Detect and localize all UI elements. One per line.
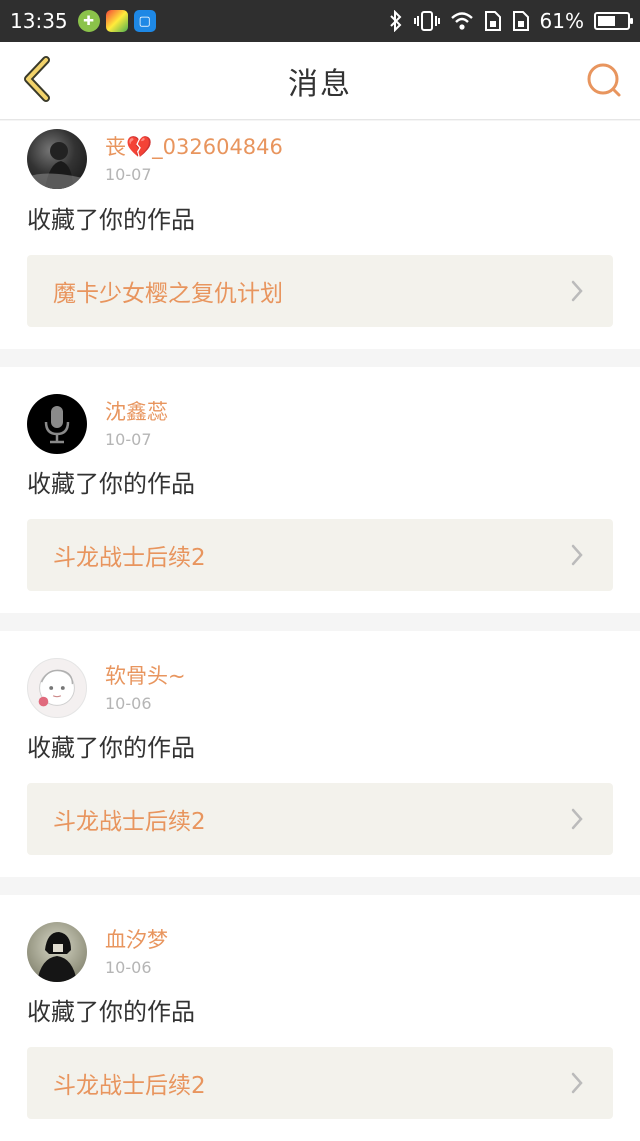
message-header: 血汐梦 10-06 [27, 895, 613, 995]
message-date: 10-07 [105, 165, 152, 184]
work-title: 斗龙战士后续2 [53, 809, 206, 835]
sim2-signal-icon [512, 10, 530, 32]
username[interactable]: 软骨头~ [105, 662, 186, 690]
sim1-signal-icon [484, 10, 502, 32]
wifi-icon [450, 11, 474, 31]
work-title: 斗龙战士后续2 [53, 1073, 206, 1099]
message-header: 软骨头~ 10-06 [27, 631, 613, 731]
chevron-left-icon [20, 56, 52, 106]
message-card: 沈鑫蕊 10-07 收藏了你的作品 斗龙战士后续2 [0, 367, 640, 613]
search-button[interactable] [584, 62, 624, 102]
message-card: 血汐梦 10-06 收藏了你的作品 斗龙战士后续2 [0, 895, 640, 1141]
username[interactable]: 沈鑫蕊 [105, 398, 168, 426]
app-notification-icon: ✚ [77, 10, 100, 32]
work-title: 斗龙战士后续2 [53, 545, 206, 571]
message-header: 沈鑫蕊 10-07 [27, 367, 613, 467]
status-bar: 13:35 ✚ ▢ 61% [0, 0, 640, 42]
game-app-icon [105, 10, 128, 32]
chevron-right-icon [567, 279, 587, 303]
avatar[interactable] [27, 922, 87, 982]
vibrate-icon [413, 10, 440, 32]
divider [0, 613, 640, 631]
chevron-right-icon [567, 807, 587, 831]
status-time: 13:35 [10, 9, 68, 33]
message-card: 软骨头~ 10-06 收藏了你的作品 斗龙战士后续2 [0, 631, 640, 877]
battery-percent: 61% [539, 9, 584, 33]
work-title: 魔卡少女樱之复仇计划 [53, 281, 283, 307]
chevron-right-icon [567, 1071, 587, 1095]
divider [0, 349, 640, 367]
bluetooth-icon [388, 10, 404, 32]
user-info: 丧💔_032604846 10-07 [105, 129, 283, 184]
work-link[interactable]: 斗龙战士后续2 [27, 519, 613, 591]
screenshot-icon: ▢ [133, 10, 156, 32]
avatar[interactable] [27, 658, 87, 718]
action-text: 收藏了你的作品 [27, 734, 195, 762]
user-info: 沈鑫蕊 10-07 [105, 394, 168, 449]
battery-level-fill [598, 16, 616, 26]
action-text: 收藏了你的作品 [27, 470, 195, 498]
back-button[interactable] [16, 56, 56, 106]
action-text: 收藏了你的作品 [27, 998, 195, 1026]
page-title: 消息 [288, 66, 352, 102]
divider [0, 877, 640, 895]
search-icon [586, 62, 622, 102]
nav-bar: 消息 [0, 42, 640, 120]
avatar[interactable] [27, 394, 87, 454]
work-link[interactable]: 斗龙战士后续2 [27, 1047, 613, 1119]
message-list: 丧💔_032604846 10-07 收藏了你的作品 魔卡少女樱之复仇计划 沈鑫… [0, 121, 640, 1141]
username[interactable]: 丧💔_032604846 [105, 133, 283, 161]
message-date: 10-06 [105, 694, 152, 713]
message-date: 10-06 [105, 958, 152, 977]
work-link[interactable]: 斗龙战士后续2 [27, 783, 613, 855]
message-header: 丧💔_032604846 10-07 [27, 121, 613, 203]
action-text: 收藏了你的作品 [27, 206, 195, 234]
avatar[interactable] [27, 129, 87, 189]
work-link[interactable]: 魔卡少女樱之复仇计划 [27, 255, 613, 327]
message-date: 10-07 [105, 430, 152, 449]
battery-icon [594, 12, 633, 30]
chevron-right-icon [567, 543, 587, 567]
username[interactable]: 血汐梦 [105, 926, 168, 954]
user-info: 软骨头~ 10-06 [105, 658, 186, 713]
message-card: 丧💔_032604846 10-07 收藏了你的作品 魔卡少女樱之复仇计划 [0, 121, 640, 349]
user-info: 血汐梦 10-06 [105, 922, 168, 977]
